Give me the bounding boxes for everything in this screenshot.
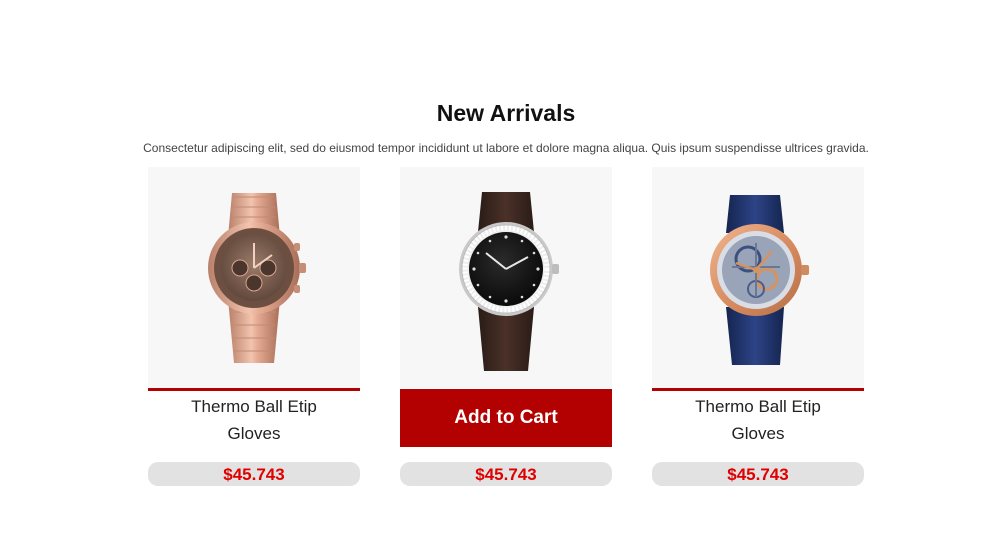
skeleton-tourbillon-blue-strap-watch-image	[652, 167, 864, 388]
product-price: $45.743	[652, 462, 864, 486]
product-image[interactable]	[148, 167, 360, 388]
section-subtitle: Consectetur adipiscing elit, sed do eius…	[143, 141, 869, 155]
product-card[interactable]: Thermo Ball Etip Gloves $45.743	[148, 167, 360, 487]
rose-gold-chronograph-watch-image	[148, 167, 360, 388]
card-accent-line	[148, 388, 360, 391]
product-name-line: Gloves	[731, 424, 785, 443]
black-dial-diamond-bezel-watch-image	[400, 167, 612, 388]
product-card[interactable]: Add to Cart $45.743	[400, 167, 612, 487]
product-name[interactable]: Thermo Ball Etip Gloves	[652, 393, 864, 447]
section-title: New Arrivals	[436, 100, 576, 126]
product-image[interactable]	[652, 167, 864, 388]
product-price: $45.743	[148, 462, 360, 486]
product-card[interactable]: Thermo Ball Etip Gloves $45.743	[652, 167, 864, 487]
product-name[interactable]: Thermo Ball Etip Gloves	[148, 393, 360, 447]
product-price: $45.743	[400, 462, 612, 486]
new-arrivals-section: New Arrivals Consectetur adipiscing elit…	[0, 0, 1000, 552]
product-image[interactable]	[400, 167, 612, 388]
product-name-line: Gloves	[227, 424, 281, 443]
product-name-line: Thermo Ball Etip	[191, 397, 317, 416]
card-accent-line	[652, 388, 864, 391]
product-name-line: Thermo Ball Etip	[695, 397, 821, 416]
add-to-cart-button[interactable]: Add to Cart	[400, 389, 612, 447]
